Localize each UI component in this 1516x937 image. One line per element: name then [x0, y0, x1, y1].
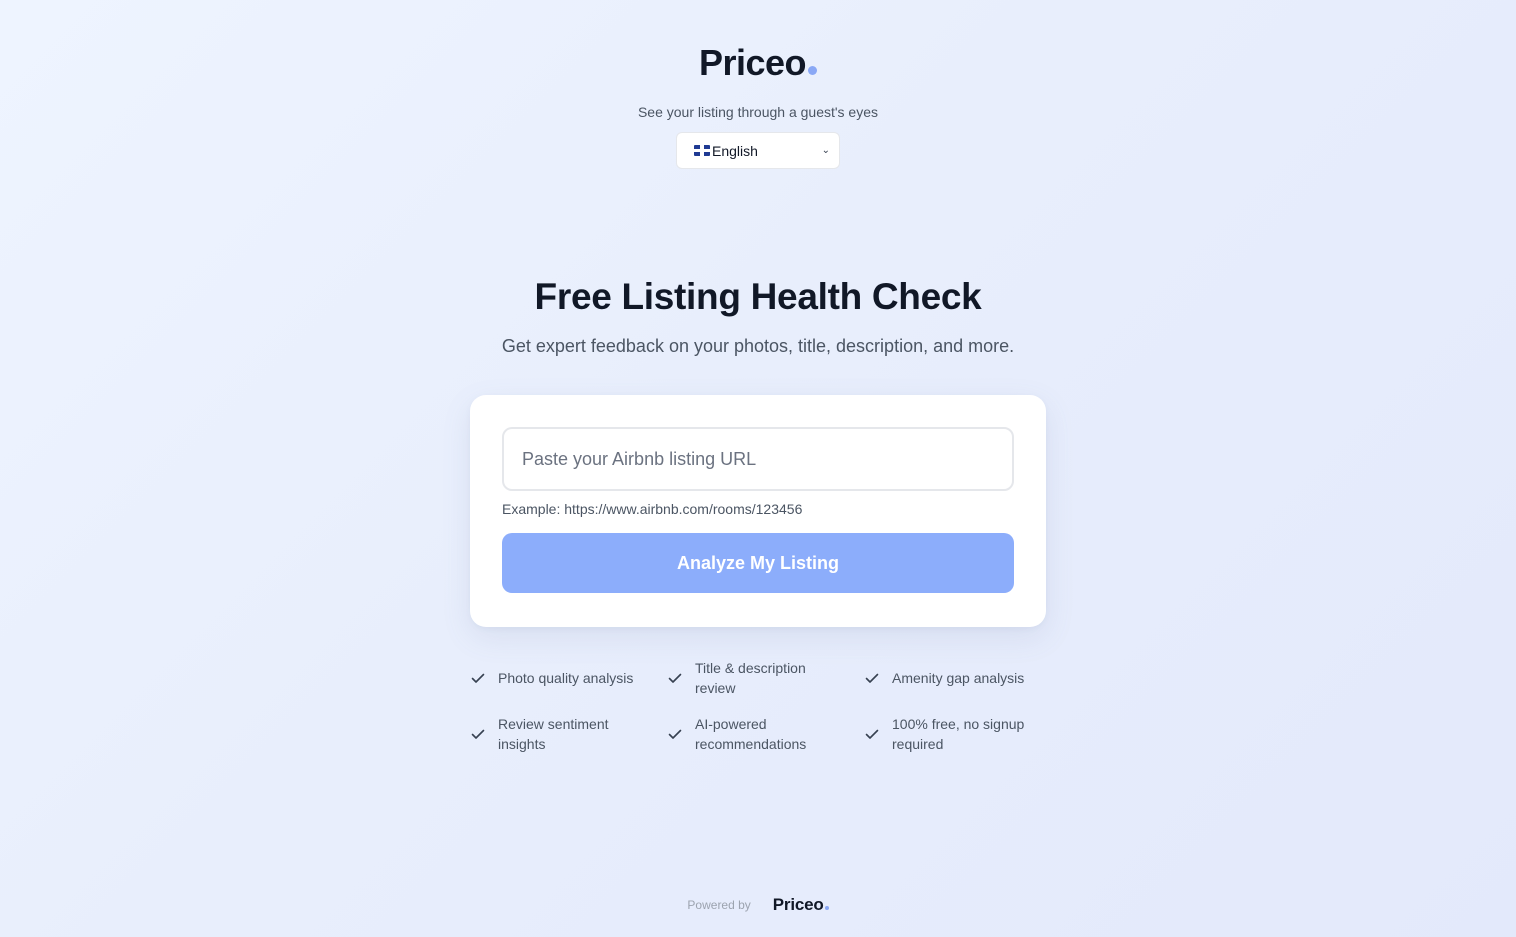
check-icon: [865, 729, 879, 739]
check-icon: [471, 729, 485, 739]
feature-label: Review sentiment insights: [498, 716, 609, 752]
feature-item: AI-powered recommendations: [667, 714, 864, 754]
feature-item: Review sentiment insights: [470, 714, 667, 754]
hero: Free Listing Health Check Get expert fee…: [0, 276, 1516, 357]
logo-text: Priceo: [698, 42, 807, 83]
page-header: Priceo See your listing through a guest'…: [0, 42, 1516, 169]
chevron-down-icon: ⌄: [821, 145, 830, 156]
listing-url-input[interactable]: [502, 427, 1014, 491]
feature-item: Title & description review: [667, 658, 864, 698]
footer-logo-dot: [824, 906, 829, 910]
check-icon: [865, 673, 879, 683]
feature-item: Amenity gap analysis: [864, 658, 1046, 698]
analyze-card: Example: https://www.airbnb.com/rooms/12…: [470, 395, 1046, 627]
uk-flag-icon: [694, 145, 710, 156]
language-label: English: [712, 142, 758, 159]
check-icon: [668, 673, 682, 683]
url-example: Example: https://www.airbnb.com/rooms/12…: [502, 501, 803, 517]
tagline: See your listing through a guest's eyes: [637, 104, 879, 120]
feature-item: Photo quality analysis: [470, 658, 667, 698]
feature-label: Amenity gap analysis: [892, 670, 1025, 686]
logo-dot: [808, 66, 818, 75]
feature-label: AI-powered recommendations: [695, 716, 807, 752]
check-icon: [471, 673, 485, 683]
logo[interactable]: Priceo: [0, 42, 1516, 84]
footer: Powered by Priceo: [0, 895, 1516, 915]
page-title: Free Listing Health Check: [534, 276, 982, 317]
footer-logo-text: Priceo: [772, 895, 824, 914]
footer-logo[interactable]: Priceo: [773, 895, 829, 915]
feature-label: Title & description review: [695, 660, 806, 696]
powered-by-label: Powered by: [687, 898, 751, 912]
language-select[interactable]: English ⌄: [676, 132, 840, 169]
feature-label: Photo quality analysis: [498, 670, 634, 686]
language-value: English: [694, 143, 758, 159]
feature-label: 100% free, no signup required: [892, 716, 1025, 752]
feature-list: Photo quality analysis Title & descripti…: [470, 658, 1046, 754]
analyze-button[interactable]: Analyze My Listing: [502, 533, 1014, 593]
check-icon: [668, 729, 682, 739]
feature-item: 100% free, no signup required: [864, 714, 1046, 754]
page-subtitle: Get expert feedback on your photos, titl…: [501, 336, 1015, 356]
